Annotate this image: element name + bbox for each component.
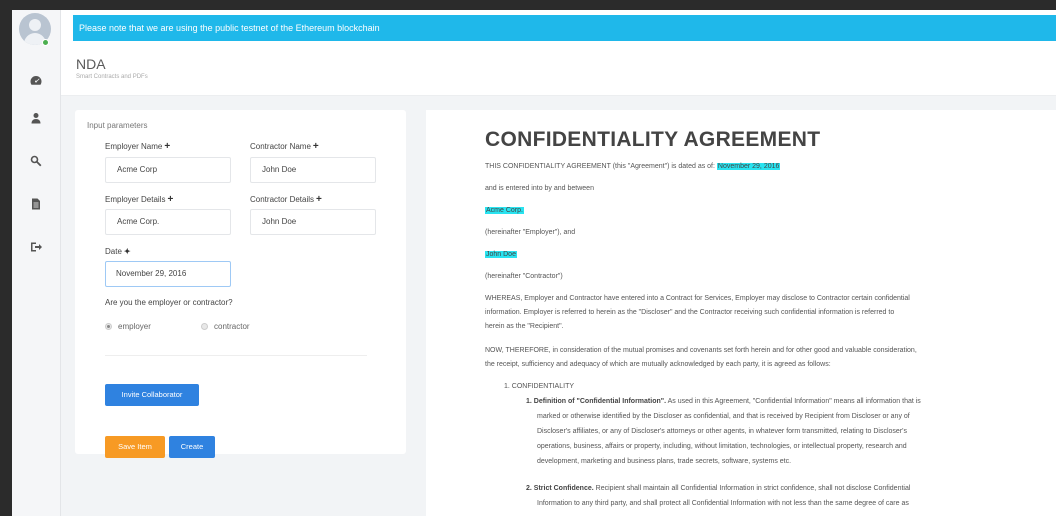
app-window: Please note that we are using the public… [12, 10, 1056, 516]
date-settings-icon[interactable]: ✦ [124, 247, 131, 256]
employer-hereinafter: (hereinafter "Employer"), and [485, 229, 576, 236]
contractor-line: John Doe [485, 251, 517, 258]
now-line-2: the receipt, sufficiency and adequacy of… [485, 361, 831, 368]
page-subtitle: Smart Contracts and PDFs [76, 74, 148, 80]
key-search-icon[interactable] [26, 151, 46, 171]
logout-icon[interactable] [26, 237, 46, 257]
radio-employer-dot[interactable] [105, 323, 112, 330]
add-employer-details-icon[interactable]: + [167, 194, 173, 205]
definition-line-1: 1. Definition of "Confidential Informati… [526, 398, 921, 405]
employer-line: Acme Corp. [485, 207, 524, 214]
employer-name-input[interactable]: Acme Corp [105, 157, 231, 183]
section-label: Input parameters [87, 121, 148, 130]
whereas-line-2: information. Employer is referred to her… [485, 309, 895, 316]
radio-contractor-dot[interactable] [201, 323, 208, 330]
radio-employer[interactable]: employer [105, 322, 151, 331]
employer-highlight: Acme Corp. [485, 207, 524, 214]
contractor-details-input[interactable]: John Doe [250, 209, 376, 235]
whereas-line-3: herein as the "Recipient". [485, 323, 564, 330]
date-input[interactable]: November 29, 2016 [105, 261, 231, 287]
testnet-notice-banner: Please note that we are using the public… [73, 15, 1056, 41]
definition-line-5: development, marketing and business plan… [537, 458, 792, 465]
date-label: Date ✦ [105, 247, 131, 256]
radio-contractor[interactable]: contractor [201, 322, 250, 331]
role-question: Are you the employer or contractor? [105, 298, 233, 307]
employer-details-label: Employer Details + [105, 194, 174, 205]
add-employer-name-icon[interactable]: + [164, 141, 170, 152]
strict-line-1: 2. Strict Confidence. Recipient shall ma… [526, 485, 911, 492]
input-parameters-card: Input parameters Employer Name + Contract… [75, 110, 406, 458]
invite-collaborator-button[interactable]: Invite Collaborator [105, 384, 199, 406]
save-item-button[interactable]: Save Item [105, 436, 165, 458]
create-button[interactable]: Create [169, 436, 215, 458]
agreement-date-highlight: November 29, 2016 [716, 163, 781, 170]
dashboard-icon[interactable] [26, 71, 46, 91]
contractor-details-label: Contractor Details + [250, 194, 322, 205]
online-status-dot [42, 39, 49, 46]
add-contractor-details-icon[interactable]: + [316, 194, 322, 205]
section-confidentiality: 1. CONFIDENTIALITY [504, 383, 575, 390]
document-icon[interactable] [26, 194, 46, 214]
strict-line-2: Information to any third party, and shal… [537, 500, 909, 507]
contractor-name-input[interactable]: John Doe [250, 157, 376, 183]
definition-line-2: marked or otherwise identified by the Di… [537, 413, 910, 420]
page-title: NDA [76, 56, 106, 72]
contractor-highlight: John Doe [485, 251, 517, 258]
agreement-title: CONFIDENTIALITY AGREEMENT [485, 128, 821, 151]
intro-line: THIS CONFIDENTIALITY AGREEMENT (this "Ag… [485, 163, 781, 170]
employer-name-label: Employer Name + [105, 141, 171, 152]
employer-details-input[interactable]: Acme Corp. [105, 209, 231, 235]
whereas-line-1: WHEREAS, Employer and Contractor have en… [485, 295, 910, 302]
add-contractor-name-icon[interactable]: + [313, 141, 319, 152]
entered-line: and is entered into by and between [485, 185, 594, 192]
now-line-1: NOW, THEREFORE, in consideration of the … [485, 347, 917, 354]
definition-line-3: Discloser's affiliates, or any of Disclo… [537, 428, 907, 435]
agreement-preview: CONFIDENTIALITY AGREEMENT THIS CONFIDENT… [426, 110, 1056, 516]
form-divider [105, 355, 367, 356]
sidebar [12, 10, 61, 516]
contractor-hereinafter: (hereinafter "Contractor") [485, 273, 563, 280]
definition-line-4: operations, business, affairs or propert… [537, 443, 907, 450]
user-icon[interactable] [26, 108, 46, 128]
contractor-name-label: Contractor Name + [250, 141, 319, 152]
